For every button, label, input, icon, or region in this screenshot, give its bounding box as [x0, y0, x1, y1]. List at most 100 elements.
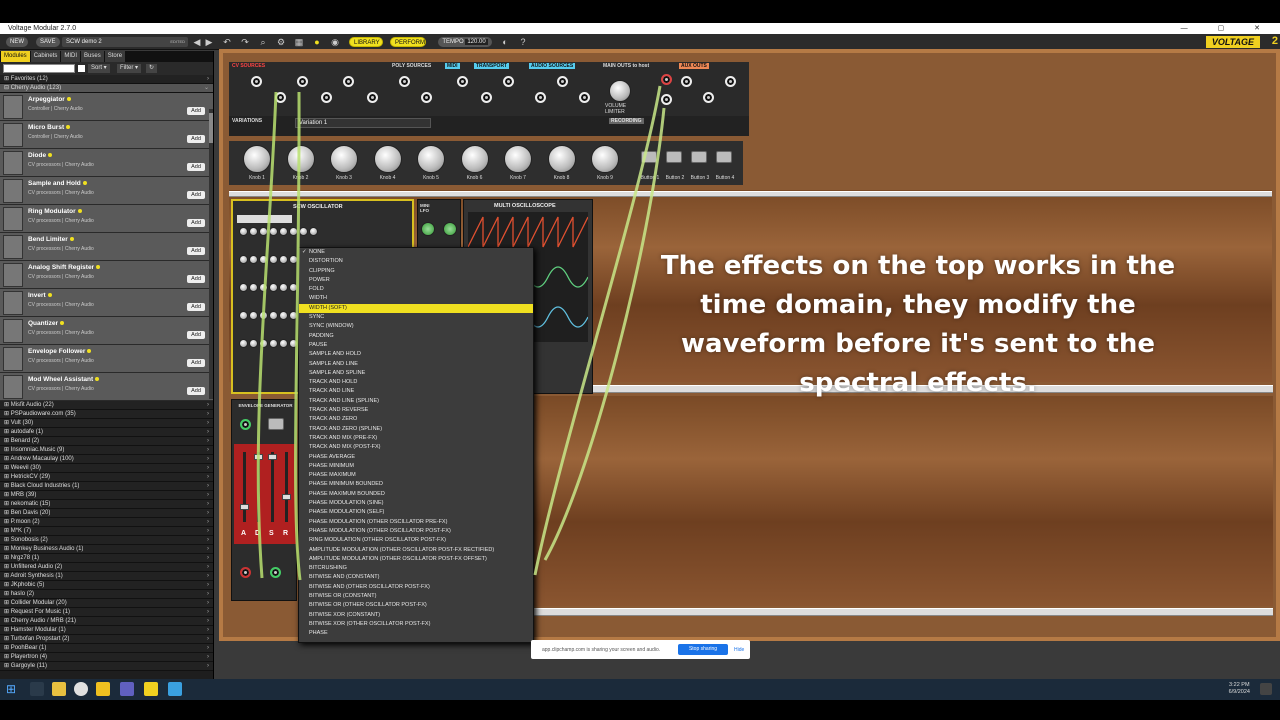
- dropdown-option[interactable]: BITWISE OR (CONSTANT): [299, 592, 533, 601]
- io-jack[interactable]: [297, 76, 308, 87]
- perform-knob[interactable]: [460, 145, 489, 173]
- add-module-button[interactable]: Add: [187, 135, 205, 143]
- vendor-folder[interactable]: ⊞ Black Cloud Industries (1) ›: [0, 482, 213, 491]
- stop-sharing-button[interactable]: Stop sharing: [678, 644, 728, 655]
- light-icon[interactable]: ●: [312, 37, 322, 47]
- vendor-folder[interactable]: ⊞ Turbofan Propstart (2) ›: [0, 635, 213, 644]
- undo-icon[interactable]: ↶: [222, 37, 232, 47]
- sidebar-scrollbar[interactable]: [209, 109, 213, 399]
- adsr-slider-handle[interactable]: [240, 504, 249, 510]
- dropdown-option[interactable]: POWER: [299, 276, 533, 285]
- scw-param-knob[interactable]: [239, 311, 248, 320]
- vendor-folder[interactable]: ⊞ Playertron (4) ›: [0, 653, 213, 662]
- env-in-jack[interactable]: [270, 567, 281, 578]
- dropdown-option[interactable]: WIDTH: [299, 294, 533, 303]
- dropdown-option[interactable]: PHASE: [299, 629, 533, 638]
- dropdown-option[interactable]: PHASE MODULATION (SINE): [299, 499, 533, 508]
- cpu-icon[interactable]: ◐: [500, 37, 510, 47]
- app-icon[interactable]: [168, 682, 182, 696]
- dropdown-option[interactable]: SAMPLE AND HOLD: [299, 350, 533, 359]
- module-list-item[interactable]: Diode CV processors | Cherry Audio Add: [0, 149, 213, 177]
- scw-param-knob[interactable]: [259, 311, 268, 320]
- vendor-folder[interactable]: ⊞ JKphobic (5) ›: [0, 581, 213, 590]
- dropdown-option[interactable]: BITWISE OR (OTHER OSCILLATOR POST-FX): [299, 601, 533, 610]
- tab-cabinets[interactable]: Cabinets: [30, 51, 61, 62]
- lfo-rate-knob[interactable]: [421, 222, 435, 236]
- gate-in-jack[interactable]: [240, 419, 251, 430]
- add-module-button[interactable]: Add: [187, 331, 205, 339]
- scw-param-knob[interactable]: [239, 255, 248, 264]
- scw-param-knob[interactable]: [269, 339, 278, 348]
- settings-icon[interactable]: ⚙: [276, 37, 286, 47]
- filter-dropdown[interactable]: Filter ▾: [117, 64, 142, 73]
- module-list-item[interactable]: Arpeggiator Controller | Cherry Audio Add: [0, 93, 213, 121]
- perform-knob[interactable]: [373, 145, 402, 173]
- module-list-item[interactable]: Bend Limiter CV processors | Cherry Audio…: [0, 233, 213, 261]
- module-list-item[interactable]: Micro Burst Controller | Cherry Audio Add: [0, 121, 213, 149]
- adsr-slider-handle[interactable]: [282, 494, 291, 500]
- dropdown-option[interactable]: BITWISE XOR (OTHER OSCILLATOR POST-FX): [299, 620, 533, 629]
- volume-knob[interactable]: [609, 80, 631, 102]
- dropdown-option[interactable]: TRACK AND MIX (PRE-FX): [299, 434, 533, 443]
- dropdown-option[interactable]: BITCRUSHING: [299, 564, 533, 573]
- io-jack[interactable]: [457, 76, 468, 87]
- favorites-folder[interactable]: ⊞ Favorites (12) ›: [0, 75, 213, 84]
- main-out-jack[interactable]: [661, 94, 672, 105]
- scw-param-knob[interactable]: [279, 339, 288, 348]
- variation-select[interactable]: Variation 1: [295, 118, 431, 128]
- start-icon[interactable]: ⊞: [6, 682, 20, 696]
- io-jack[interactable]: [535, 92, 546, 103]
- search-input[interactable]: [3, 64, 75, 73]
- vendor-folder[interactable]: ⊞ haslo (2) ›: [0, 590, 213, 599]
- scw-param-knob[interactable]: [239, 339, 248, 348]
- perform-knob[interactable]: [591, 145, 619, 173]
- io-jack[interactable]: [399, 76, 410, 87]
- vendor-folder[interactable]: ⊞ Andrew Macaulay (100) ›: [0, 455, 213, 464]
- grid-icon[interactable]: ▦: [294, 37, 304, 47]
- add-module-button[interactable]: Add: [187, 219, 205, 227]
- tab-midi[interactable]: MIDI: [61, 51, 81, 62]
- dropdown-option[interactable]: RING MODULATION (OTHER OSCILLATOR POST-F…: [299, 536, 533, 545]
- io-jack[interactable]: [703, 92, 714, 103]
- next-preset-icon[interactable]: ▶: [204, 37, 214, 47]
- vendor-folder[interactable]: ⊞ Hamster Modular (1) ›: [0, 626, 213, 635]
- vendor-folder[interactable]: ⊞ Insomniac.Music (9) ›: [0, 446, 213, 455]
- io-jack[interactable]: [275, 92, 286, 103]
- scw-param-knob[interactable]: [269, 227, 278, 236]
- dropdown-option[interactable]: PHASE MAXIMUM BOUNDED: [299, 490, 533, 499]
- add-module-button[interactable]: Add: [187, 359, 205, 367]
- vendor-folder[interactable]: ⊞ Vult (30) ›: [0, 419, 213, 428]
- add-module-button[interactable]: Add: [187, 303, 205, 311]
- perform-knob[interactable]: [547, 145, 576, 173]
- scw-param-knob[interactable]: [269, 283, 278, 292]
- dropdown-option[interactable]: PHASE AVERAGE: [299, 453, 533, 462]
- dropdown-option[interactable]: TRACK AND REVERSE: [299, 406, 533, 415]
- dropdown-option[interactable]: PHASE MODULATION (OTHER OSCILLATOR POST-…: [299, 527, 533, 536]
- dropdown-option[interactable]: PADDING: [299, 332, 533, 341]
- new-button[interactable]: NEW: [6, 37, 28, 47]
- vendor-folder[interactable]: ⊞ Nrgz78 (1) ›: [0, 554, 213, 563]
- scw-param-knob[interactable]: [249, 255, 258, 264]
- io-jack[interactable]: [557, 76, 568, 87]
- tab-buses[interactable]: Buses: [81, 51, 104, 62]
- scw-param-knob[interactable]: [249, 311, 258, 320]
- perform-button[interactable]: PERFORM: [390, 37, 426, 47]
- scw-param-knob[interactable]: [259, 255, 268, 264]
- gate-button[interactable]: [268, 418, 284, 430]
- dropdown-option[interactable]: ✓ NONE: [299, 248, 533, 257]
- dropdown-option[interactable]: TRACK AND LINE: [299, 387, 533, 396]
- dropdown-option[interactable]: PHASE MAXIMUM: [299, 471, 533, 480]
- window-controls[interactable]: — ▢ ✕: [1181, 23, 1274, 34]
- lfo-rate-knob[interactable]: [443, 222, 457, 236]
- env-out-jack[interactable]: [240, 567, 251, 578]
- dropdown-option[interactable]: TRACK AND ZERO (SPLINE): [299, 425, 533, 434]
- vendor-folder[interactable]: ⊞ Gargoyle (11) ›: [0, 662, 213, 671]
- library-button[interactable]: LIBRARY: [349, 37, 383, 47]
- scw-param-knob[interactable]: [249, 227, 258, 236]
- module-list-item[interactable]: Sample and Hold CV processors | Cherry Au…: [0, 177, 213, 205]
- preset-name-field[interactable]: SCW demo 2 EDITED: [62, 37, 188, 47]
- vendor-folder[interactable]: ⊞ Benard (2) ›: [0, 437, 213, 446]
- vendor-folder[interactable]: ⊞ Weevil (30) ›: [0, 464, 213, 473]
- save-button[interactable]: SAVE: [36, 37, 60, 47]
- perform-button[interactable]: [691, 151, 707, 163]
